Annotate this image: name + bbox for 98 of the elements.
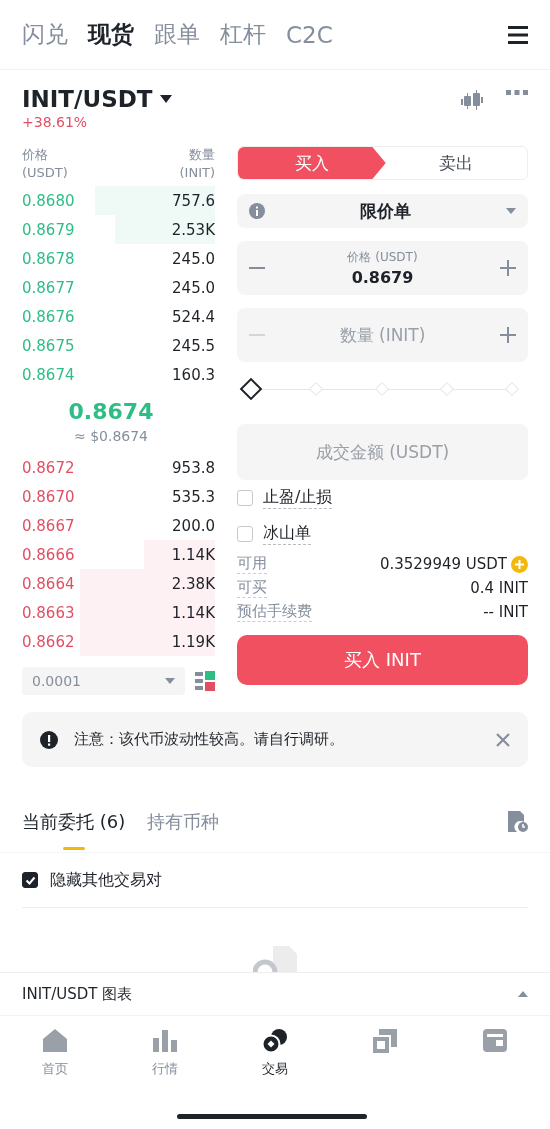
mode-tab[interactable]: 跟单 bbox=[154, 19, 200, 50]
column-unit: (INIT) bbox=[179, 164, 215, 182]
buy-button[interactable]: 买入 INIT bbox=[237, 635, 528, 685]
bar-chart-icon bbox=[152, 1028, 178, 1054]
order-amount: 245.0 bbox=[172, 278, 215, 297]
warning-icon bbox=[40, 730, 58, 749]
side-tab[interactable]: 买入 bbox=[238, 147, 386, 179]
order-price[interactable]: 0.8664 bbox=[22, 574, 75, 593]
more-icon[interactable] bbox=[506, 90, 528, 96]
nav-item[interactable]: 首页 bbox=[0, 1028, 110, 1096]
orders-tab[interactable]: 当前委托 (6) bbox=[22, 792, 126, 852]
order-price[interactable]: 0.8677 bbox=[22, 278, 75, 297]
mode-tab[interactable]: 杠杆 bbox=[220, 19, 266, 50]
order-price[interactable]: 0.8674 bbox=[22, 365, 75, 384]
order-price[interactable]: 0.8667 bbox=[22, 516, 75, 535]
mode-tab[interactable]: 闪兑 bbox=[22, 19, 68, 50]
order-price[interactable]: 0.8666 bbox=[22, 545, 75, 564]
quantity-field[interactable]: 数量 (INIT) bbox=[237, 308, 528, 362]
order-amount: 160.3 bbox=[172, 365, 215, 384]
chart-toggle-bar[interactable]: INIT/USDT 图表 bbox=[0, 972, 550, 1016]
info-label: 可用 bbox=[237, 554, 267, 574]
side-tab[interactable]: 卖出 bbox=[385, 147, 527, 179]
close-icon[interactable] bbox=[496, 732, 510, 747]
last-price-usd: ≈ $0.8674 bbox=[73, 427, 149, 444]
order-amount: 953.8 bbox=[172, 458, 215, 477]
empty-state-icon bbox=[253, 946, 297, 972]
plus-icon[interactable] bbox=[500, 260, 516, 276]
nav-item[interactable]: 行情 bbox=[110, 1028, 220, 1096]
order-price[interactable]: 0.8670 bbox=[22, 487, 75, 506]
price-change: +38.61% bbox=[22, 114, 89, 130]
order-price[interactable]: 0.8672 bbox=[22, 458, 75, 477]
quantity-placeholder: 数量 (INIT) bbox=[338, 323, 427, 347]
order-price[interactable]: 0.8676 bbox=[22, 307, 75, 326]
order-amount: 535.3 bbox=[172, 487, 215, 506]
total-field[interactable]: 成交金额 (USDT) bbox=[237, 424, 528, 480]
info-value: 0.4 INIT bbox=[470, 579, 528, 597]
last-price: 0.8674 bbox=[68, 398, 154, 424]
column-header: 价格 bbox=[22, 146, 49, 164]
order-amount: 2.53K bbox=[171, 220, 215, 239]
order-amount: 524.4 bbox=[172, 307, 215, 326]
option-label[interactable]: 止盈/止损 bbox=[263, 487, 333, 509]
caret-icon bbox=[165, 678, 175, 684]
plus-icon[interactable] bbox=[500, 327, 516, 343]
order-amount: 757.6 bbox=[172, 191, 215, 210]
wallet-icon bbox=[482, 1028, 508, 1054]
column-unit: (USDT) bbox=[22, 164, 68, 182]
mode-tab[interactable]: C2C bbox=[286, 21, 333, 48]
order-price[interactable]: 0.8680 bbox=[22, 191, 75, 210]
orders-tab[interactable]: 持有币种 bbox=[147, 792, 220, 852]
info-value: 0.3529949 USDT bbox=[379, 555, 507, 573]
field-label: 价格 (USDT) bbox=[347, 249, 418, 266]
add-icon[interactable] bbox=[511, 555, 528, 573]
info-value: -- INIT bbox=[483, 603, 528, 621]
price-value: 0.8679 bbox=[351, 268, 414, 287]
precision-select[interactable]: 0.0001 bbox=[22, 667, 185, 695]
order-price[interactable]: 0.8675 bbox=[22, 336, 75, 355]
history-icon[interactable] bbox=[508, 811, 528, 833]
candlestick-icon[interactable] bbox=[460, 90, 484, 112]
tab-underline bbox=[62, 847, 85, 850]
order-amount: 1.19K bbox=[171, 632, 215, 651]
order-amount: 245.0 bbox=[172, 249, 215, 268]
home-icon bbox=[42, 1028, 68, 1054]
order-amount: 1.14K bbox=[171, 545, 215, 564]
nav-item[interactable]: 交易 bbox=[220, 1028, 330, 1096]
order-price[interactable]: 0.8663 bbox=[22, 603, 75, 622]
transfer-icon bbox=[372, 1028, 398, 1054]
order-price[interactable]: 0.8662 bbox=[22, 632, 75, 651]
info-label: 预估手续费 bbox=[237, 602, 312, 622]
chart-bar-label: INIT/USDT 图表 bbox=[22, 984, 133, 1004]
column-header: 数量 bbox=[188, 146, 215, 164]
order-amount: 1.14K bbox=[171, 603, 215, 622]
order-type: 限价单 bbox=[359, 199, 412, 223]
nav-label: 行情 bbox=[152, 1060, 178, 1078]
nav-label: 交易 bbox=[262, 1060, 288, 1078]
order-type-select[interactable]: 限价单 bbox=[237, 194, 528, 228]
option-label[interactable]: 冰山单 bbox=[263, 523, 311, 545]
mode-tab[interactable]: 现货 bbox=[88, 19, 134, 50]
info-icon bbox=[249, 203, 265, 219]
total-placeholder: 成交金额 (USDT) bbox=[314, 440, 451, 464]
order-price[interactable]: 0.8678 bbox=[22, 249, 75, 268]
notice-text: 注意：该代币波动性较高。请自行调研。 bbox=[74, 730, 345, 749]
order-amount: 245.5 bbox=[172, 336, 215, 355]
caret-icon bbox=[518, 991, 528, 997]
caret-icon bbox=[506, 208, 516, 214]
order-amount: 200.0 bbox=[172, 516, 215, 535]
checkbox-label[interactable]: 隐藏其他交易对 bbox=[50, 869, 162, 891]
pair-symbol[interactable]: INIT/USDT bbox=[22, 86, 153, 112]
order-price[interactable]: 0.8679 bbox=[22, 220, 75, 239]
nav-label: 首页 bbox=[42, 1060, 68, 1078]
price-field[interactable]: 价格 (USDT) 0.8679 bbox=[237, 241, 528, 295]
caret-icon[interactable] bbox=[160, 95, 173, 103]
info-label: 可买 bbox=[237, 578, 267, 598]
layout-icon[interactable] bbox=[195, 671, 215, 691]
order-amount: 2.38K bbox=[171, 574, 215, 593]
precision-value: 0.0001 bbox=[32, 673, 81, 689]
coins-icon bbox=[262, 1028, 288, 1054]
menu-icon[interactable] bbox=[508, 25, 528, 44]
checkbox[interactable] bbox=[22, 872, 38, 888]
